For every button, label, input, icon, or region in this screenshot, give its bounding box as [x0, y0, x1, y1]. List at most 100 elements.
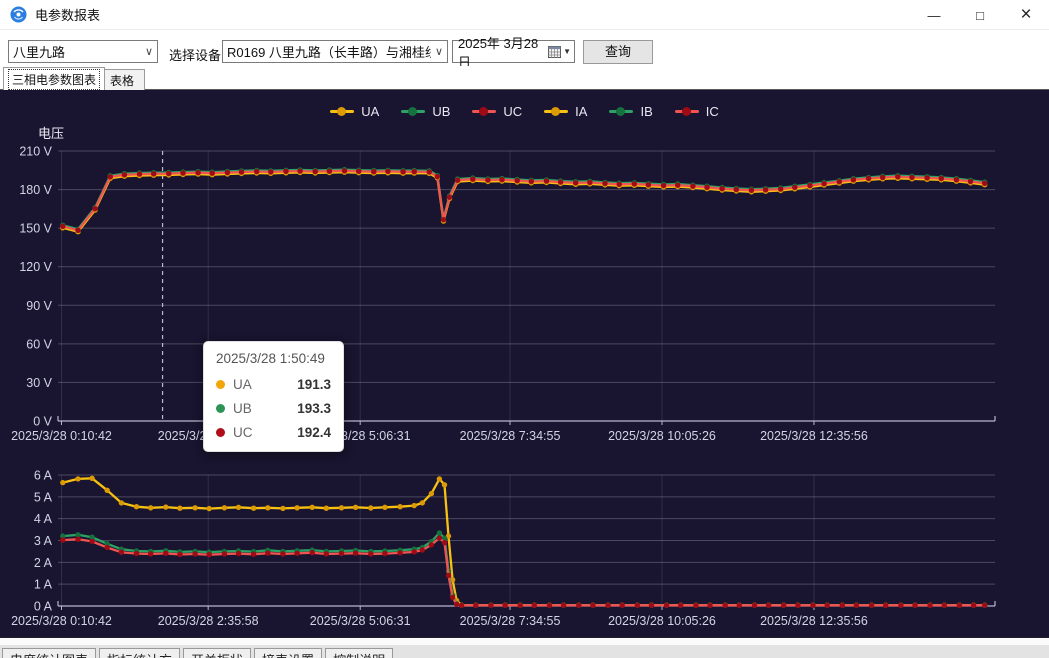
y-tick-label: 3 A [34, 534, 53, 548]
background-button: 开关柜状 [183, 648, 251, 658]
legend-marker-icon [401, 107, 425, 116]
y-tick-label: 120 V [19, 260, 52, 274]
tooltip-timestamp: 2025/3/28 1:50:49 [216, 351, 331, 366]
calendar-icon [548, 46, 561, 58]
x-tick-label: 2025/3/28 12:35:56 [760, 429, 868, 443]
close-button[interactable]: × [1003, 0, 1049, 30]
query-button[interactable]: 查询 [583, 40, 653, 64]
area-select[interactable]: 八里九路 ∨ [8, 40, 158, 63]
voltage-chart: 210 V180 V150 V120 V90 V60 V30 V0 V2025/… [11, 145, 995, 444]
x-tick-label: 2025/3/28 0:10:42 [11, 429, 112, 443]
chart-tooltip: 2025/3/28 1:50:49 UA 191.3 UB 193.3 UC 1… [203, 341, 344, 452]
legend-marker-icon [609, 107, 633, 116]
y-tick-label: 180 V [19, 183, 52, 197]
legend-item-ua[interactable]: UA [330, 104, 379, 119]
y-tick-label: 90 V [26, 299, 52, 313]
legend-label: IA [575, 104, 587, 119]
y-tick-label: 30 V [26, 376, 52, 390]
charts-svg[interactable]: 210 V180 V150 V120 V90 V60 V30 V0 V2025/… [0, 90, 1049, 637]
legend-label: UA [361, 104, 379, 119]
series-line-UB [63, 170, 985, 230]
tooltip-row-ua: UA 191.3 [216, 372, 331, 396]
tab-strip: 三相电参数图表 表格 [0, 66, 1049, 90]
clipped-background-window: 电度统计图表指标统计方开关柜状接表设置控制说明 [0, 645, 1049, 658]
background-button: 接表设置 [254, 648, 322, 658]
y-tick-label: 5 A [34, 490, 53, 504]
minimize-button[interactable]: — [911, 0, 957, 30]
title-bar: 电参数报表 — □ × [0, 0, 1049, 30]
legend-item-ib[interactable]: IB [609, 104, 652, 119]
device-select[interactable]: R0169 八里九路（长丰路）与湘桂线交 ∨ [222, 40, 448, 63]
x-tick-labels: 2025/3/28 0:10:422025/3/28 2:35:582025/3… [11, 429, 868, 443]
series-markers-UC [60, 168, 987, 233]
voltage-chart-title: 电压 [38, 123, 64, 142]
tooltip-ua-value: 191.3 [297, 377, 331, 392]
series-line-IC [63, 538, 985, 605]
background-button: 指标统计方 [99, 648, 180, 658]
chart-legend: UA UB UC IA IB IC [0, 104, 1049, 119]
chart-panel: 210 V180 V150 V120 V90 V60 V30 V0 V2025/… [0, 90, 1049, 637]
date-picker[interactable]: 2025年 3月28日 ▼ [452, 40, 575, 63]
y-tick-label: 60 V [26, 337, 52, 351]
tab-table-label: 表格 [110, 72, 134, 89]
current-chart: 6 A5 A4 A3 A2 A1 A0 A2025/3/28 0:10:4220… [11, 469, 995, 629]
background-button: 电度统计图表 [2, 648, 96, 658]
vertical-gridlines [62, 151, 814, 425]
tooltip-ub-value: 193.3 [297, 401, 331, 416]
tooltip-ub-label: UB [233, 401, 252, 416]
y-tick-label: 150 V [19, 222, 52, 236]
y-tick-label: 1 A [34, 578, 53, 592]
legend-marker-icon [544, 107, 568, 116]
series-markers-IB [60, 530, 987, 608]
legend-item-ia[interactable]: IA [544, 104, 587, 119]
window-title: 电参数报表 [35, 5, 100, 24]
dropdown-arrow-icon: ▼ [563, 47, 571, 56]
chevron-down-icon: ∨ [141, 45, 153, 58]
legend-item-uc[interactable]: UC [472, 104, 522, 119]
legend-item-ic[interactable]: IC [675, 104, 719, 119]
y-tick-label: 0 A [34, 600, 53, 614]
series-markers-UB [60, 167, 987, 232]
series-line-IB [63, 533, 985, 605]
window-bottom-edge [0, 637, 1049, 645]
series-markers-IC [60, 535, 987, 608]
horizontal-gridlines: 6 A5 A4 A3 A2 A1 A0 A [34, 469, 995, 614]
horizontal-gridlines: 210 V 180 V 150 V 120 V 90 V 60 V 30 V 0 V [19, 145, 995, 429]
ub-dot-icon [216, 404, 225, 413]
legend-item-ub[interactable]: UB [401, 104, 450, 119]
x-tick-label: 2025/3/28 10:05:26 [608, 614, 716, 628]
tooltip-row-uc: UC 192.4 [216, 420, 331, 444]
x-tick-label: 2025/3/28 7:34:55 [460, 614, 561, 628]
y-tick-label: 210 V [19, 145, 52, 159]
series-markers-IA [60, 476, 987, 608]
tooltip-row-ub: UB 193.3 [216, 396, 331, 420]
x-tick-label: 2025/3/28 0:10:42 [11, 614, 112, 628]
background-button: 控制说明 [325, 648, 393, 658]
x-tick-label: 2025/3/28 2:35:58 [158, 614, 259, 628]
app-icon [10, 6, 27, 23]
device-select-value: R0169 八里九路（长丰路）与湘桂线交 [227, 42, 431, 61]
tooltip-uc-label: UC [233, 425, 253, 440]
legend-label: UB [432, 104, 450, 119]
tooltip-ua-label: UA [233, 377, 252, 392]
tab-table[interactable]: 表格 [99, 69, 145, 90]
x-tick-labels: 2025/3/28 0:10:42 2025/3/28 2:35:58 2025/3… [11, 614, 868, 628]
maximize-button[interactable]: □ [957, 0, 1003, 30]
device-label: 选择设备 [169, 45, 221, 64]
tooltip-uc-value: 192.4 [297, 425, 331, 440]
legend-marker-icon [472, 107, 496, 116]
x-tick-label: 2025/3/28 10:05:26 [608, 429, 716, 443]
x-tick-label: 2025/3/28 5:06:31 [310, 614, 411, 628]
chevron-down-icon: ∨ [431, 45, 443, 58]
tab-chart-label: 三相电参数图表 [8, 69, 100, 90]
legend-marker-icon [675, 107, 699, 116]
ua-dot-icon [216, 380, 225, 389]
y-tick-label: 0 V [33, 415, 52, 429]
uc-dot-icon [216, 428, 225, 437]
legend-marker-icon [330, 107, 354, 116]
tab-chart[interactable]: 三相电参数图表 [3, 67, 105, 90]
legend-label: IC [706, 104, 719, 119]
toolbar: 八里九路 ∨ 选择设备 R0169 八里九路（长丰路）与湘桂线交 ∨ 2025年… [0, 30, 1049, 66]
x-tick-label: 2025/3/28 12:35:56 [760, 614, 868, 628]
app-window: 电参数报表 — □ × 八里九路 ∨ 选择设备 R0169 八里九路（长丰路）与… [0, 0, 1049, 658]
